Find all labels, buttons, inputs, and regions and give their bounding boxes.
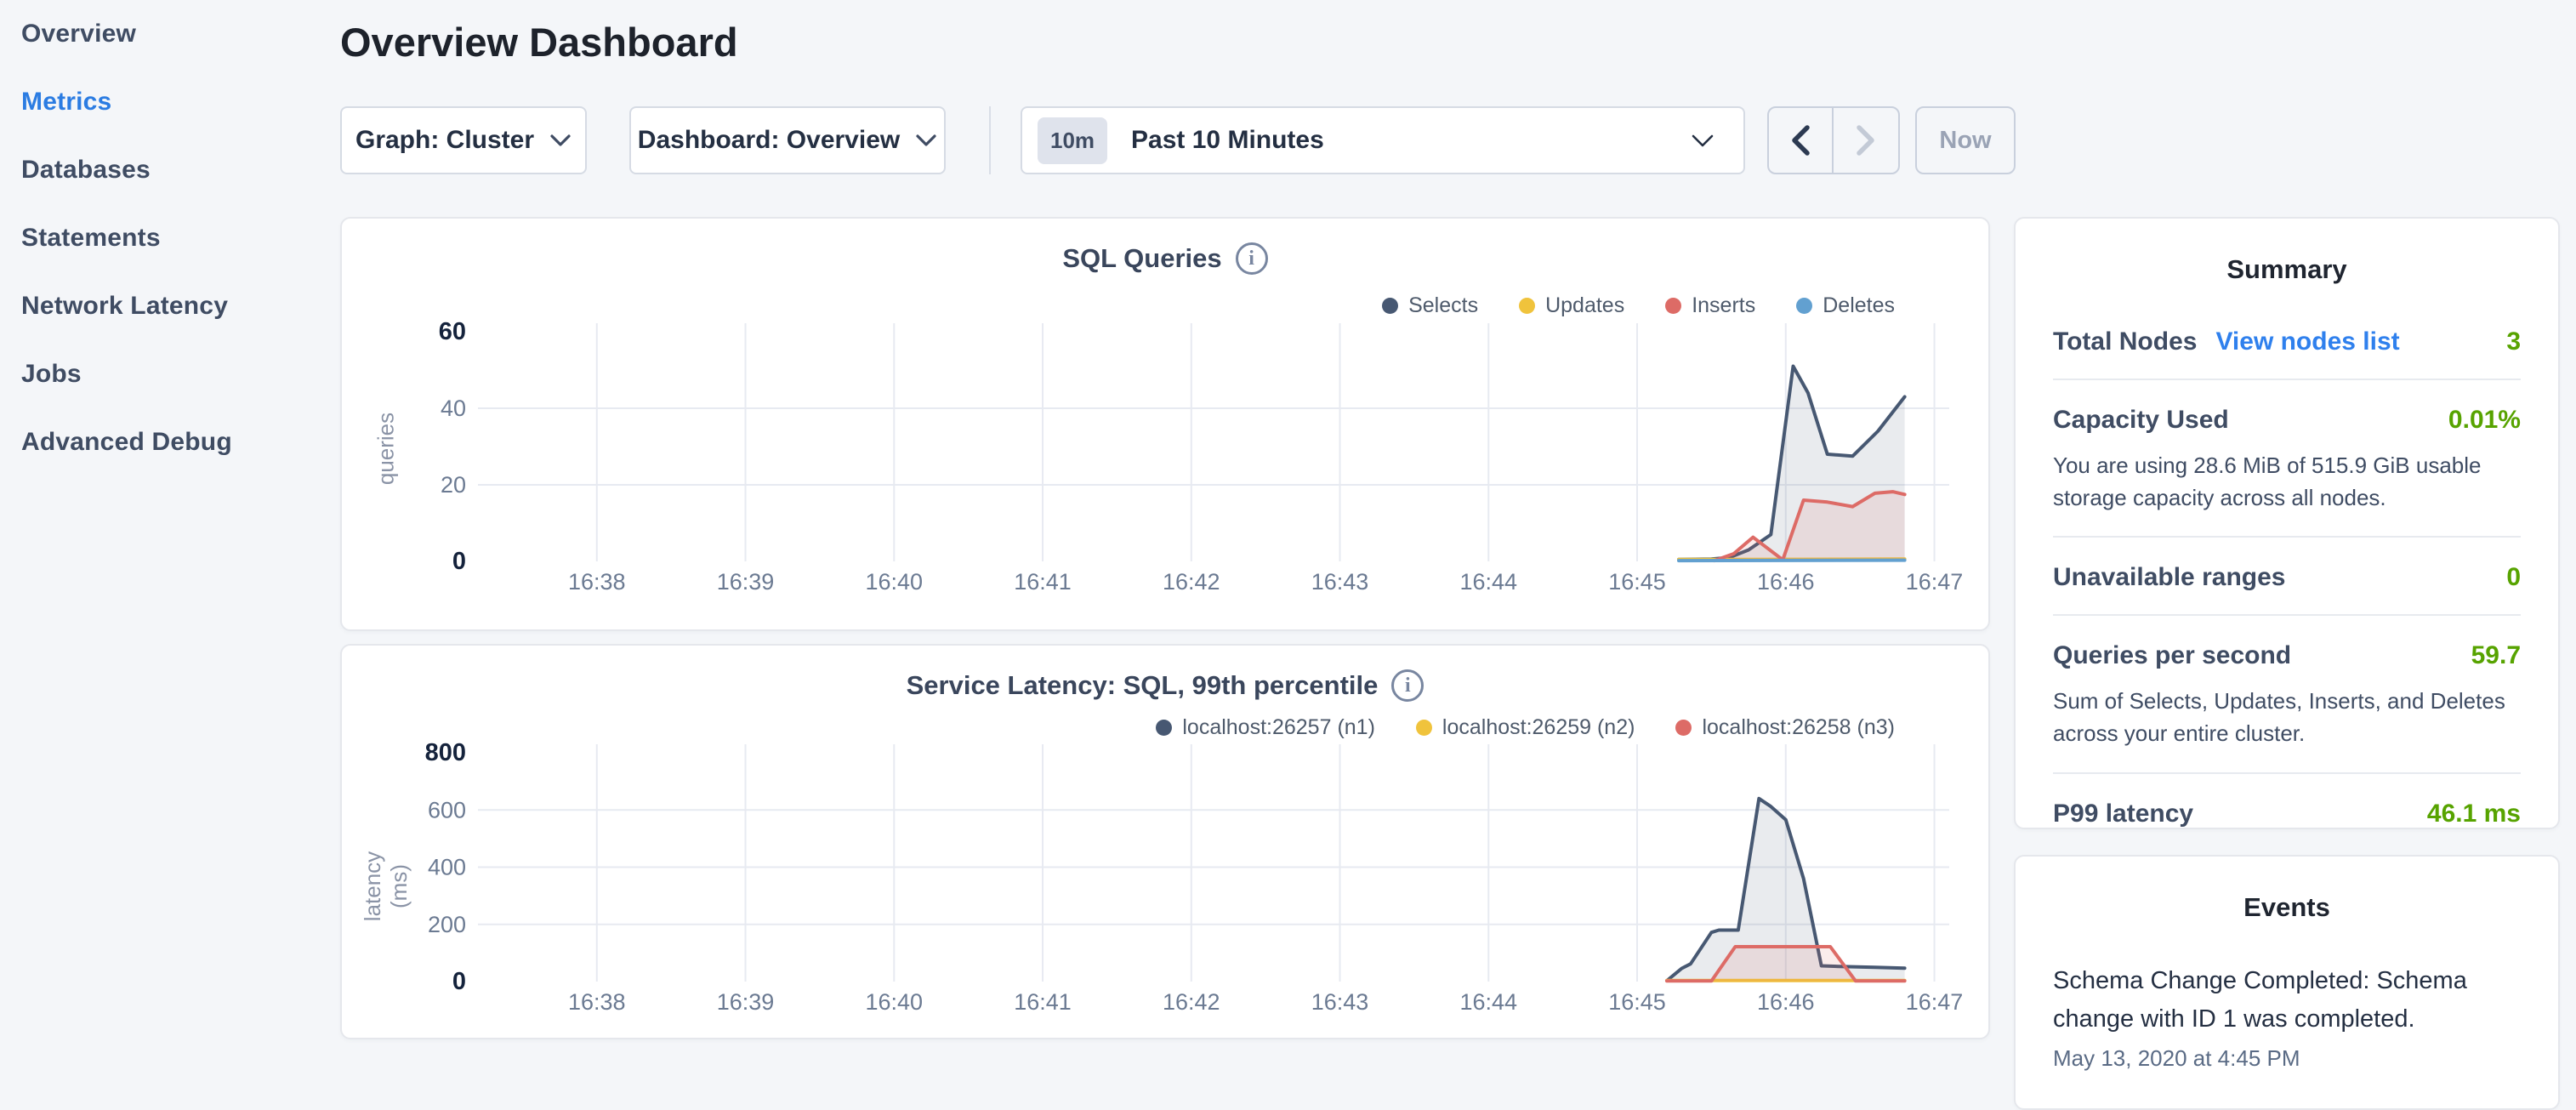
service-latency-panel: Service Latency: SQL, 99th percentile i …: [340, 644, 1990, 1039]
svg-text:16:40: 16:40: [866, 569, 924, 595]
sql-queries-panel: SQL Queries i Selects Updates Inserts De…: [340, 217, 1990, 631]
queries-per-second-description: Sum of Selects, Updates, Inserts, and De…: [2053, 686, 2521, 749]
controls-row: Graph: Cluster Dashboard: Overview 10m P…: [0, 106, 2576, 174]
events-panel: Events Schema Change Completed: Schema c…: [2014, 855, 2560, 1110]
total-nodes-value: 3: [2506, 327, 2521, 356]
next-time-button[interactable]: [1834, 108, 1898, 173]
summary-row-capacity-used: Capacity Used 0.01% You are using 28.6 M…: [2053, 379, 2521, 536]
svg-text:16:47: 16:47: [1906, 569, 1964, 595]
p99-latency-label: P99 latency: [2053, 800, 2193, 828]
svg-text:20: 20: [441, 472, 466, 498]
now-button[interactable]: Now: [1915, 106, 2016, 174]
unavailable-ranges-value: 0: [2506, 563, 2521, 592]
queries-per-second-value: 59.7: [2471, 641, 2521, 670]
chevron-right-icon: [1855, 124, 1877, 157]
svg-text:800: 800: [425, 739, 466, 766]
p99-latency-value: 46.1 ms: [2427, 800, 2521, 828]
sidebar-item-network-latency[interactable]: Network Latency: [21, 272, 302, 340]
capacity-used-label: Capacity Used: [2053, 406, 2229, 435]
view-nodes-link[interactable]: View nodes list: [2215, 327, 2399, 356]
svg-text:200: 200: [428, 912, 466, 937]
svg-text:16:45: 16:45: [1608, 569, 1666, 595]
summary-row-p99-latency: P99 latency 46.1 ms: [2053, 772, 2521, 851]
svg-text:600: 600: [428, 797, 466, 823]
chevron-down-icon: [1691, 134, 1714, 148]
svg-text:16:38: 16:38: [568, 989, 626, 1015]
events-title: Events: [2016, 892, 2558, 923]
graph-dropdown-label: Graph: Cluster: [355, 126, 534, 155]
summary-row-queries-per-second: Queries per second 59.7 Sum of Selects, …: [2053, 614, 2521, 771]
svg-text:16:39: 16:39: [717, 569, 775, 595]
total-nodes-label: Total Nodes: [2053, 327, 2197, 356]
summary-row-unavailable-ranges: Unavailable ranges 0: [2053, 536, 2521, 614]
chevron-left-icon: [1789, 124, 1811, 157]
svg-text:40: 40: [441, 396, 466, 421]
graph-dropdown[interactable]: Graph: Cluster: [340, 106, 587, 174]
svg-text:16:41: 16:41: [1014, 989, 1072, 1015]
svg-text:16:42: 16:42: [1163, 989, 1220, 1015]
sidebar: Overview Metrics Databases Statements Ne…: [21, 0, 302, 476]
svg-text:16:43: 16:43: [1311, 569, 1369, 595]
capacity-used-description: You are using 28.6 MiB of 515.9 GiB usab…: [2053, 450, 2521, 514]
chevron-down-icon: [915, 134, 937, 147]
unavailable-ranges-label: Unavailable ranges: [2053, 563, 2285, 592]
sidebar-item-statements[interactable]: Statements: [21, 204, 302, 272]
summary-panel: Summary Total Nodes View nodes list 3 Ca…: [2014, 217, 2560, 829]
svg-text:0: 0: [452, 548, 466, 575]
svg-text:16:38: 16:38: [568, 569, 626, 595]
sidebar-item-overview[interactable]: Overview: [21, 0, 302, 68]
dashboard-dropdown[interactable]: Dashboard: Overview: [629, 106, 946, 174]
svg-text:16:44: 16:44: [1459, 989, 1517, 1015]
time-range-badge: 10m: [1038, 117, 1107, 164]
event-text[interactable]: Schema Change Completed: Schema change w…: [2053, 962, 2521, 1039]
summary-row-total-nodes: Total Nodes View nodes list 3: [2053, 327, 2521, 379]
svg-text:16:46: 16:46: [1757, 569, 1815, 595]
sidebar-item-advanced-debug[interactable]: Advanced Debug: [21, 408, 302, 476]
event-timestamp: May 13, 2020 at 4:45 PM: [2053, 1045, 2521, 1072]
svg-text:0: 0: [452, 968, 466, 995]
service-latency-chart[interactable]: 16:38 16:39 16:40 16:41 16:42 16:43 16:44 16:45…: [342, 646, 1992, 1041]
prev-time-button[interactable]: [1769, 108, 1834, 173]
time-range-label: Past 10 Minutes: [1131, 126, 1691, 155]
svg-text:16:40: 16:40: [866, 989, 924, 1015]
svg-text:16:46: 16:46: [1757, 989, 1815, 1015]
svg-text:16:39: 16:39: [717, 989, 775, 1015]
time-pager: [1767, 106, 1900, 174]
svg-text:16:47: 16:47: [1906, 989, 1964, 1015]
summary-title: Summary: [2016, 254, 2558, 285]
time-range-dropdown[interactable]: 10m Past 10 Minutes: [1021, 106, 1745, 174]
svg-text:16:43: 16:43: [1311, 989, 1369, 1015]
dashboard-dropdown-label: Dashboard: Overview: [638, 126, 900, 155]
svg-text:400: 400: [428, 855, 466, 880]
svg-text:16:41: 16:41: [1014, 569, 1072, 595]
svg-text:60: 60: [439, 318, 466, 345]
capacity-used-value: 0.01%: [2448, 406, 2521, 435]
svg-text:16:45: 16:45: [1608, 989, 1666, 1015]
sql-queries-chart[interactable]: 16:38 16:39 16:40 16:41 16:42 16:43 16:44 16:45…: [342, 219, 1992, 633]
queries-per-second-label: Queries per second: [2053, 641, 2291, 670]
controls-divider: [989, 106, 991, 174]
page-title: Overview Dashboard: [340, 19, 738, 65]
chevron-down-icon: [549, 134, 571, 147]
svg-text:16:42: 16:42: [1163, 569, 1220, 595]
svg-text:16:44: 16:44: [1459, 569, 1517, 595]
sidebar-item-jobs[interactable]: Jobs: [21, 340, 302, 408]
